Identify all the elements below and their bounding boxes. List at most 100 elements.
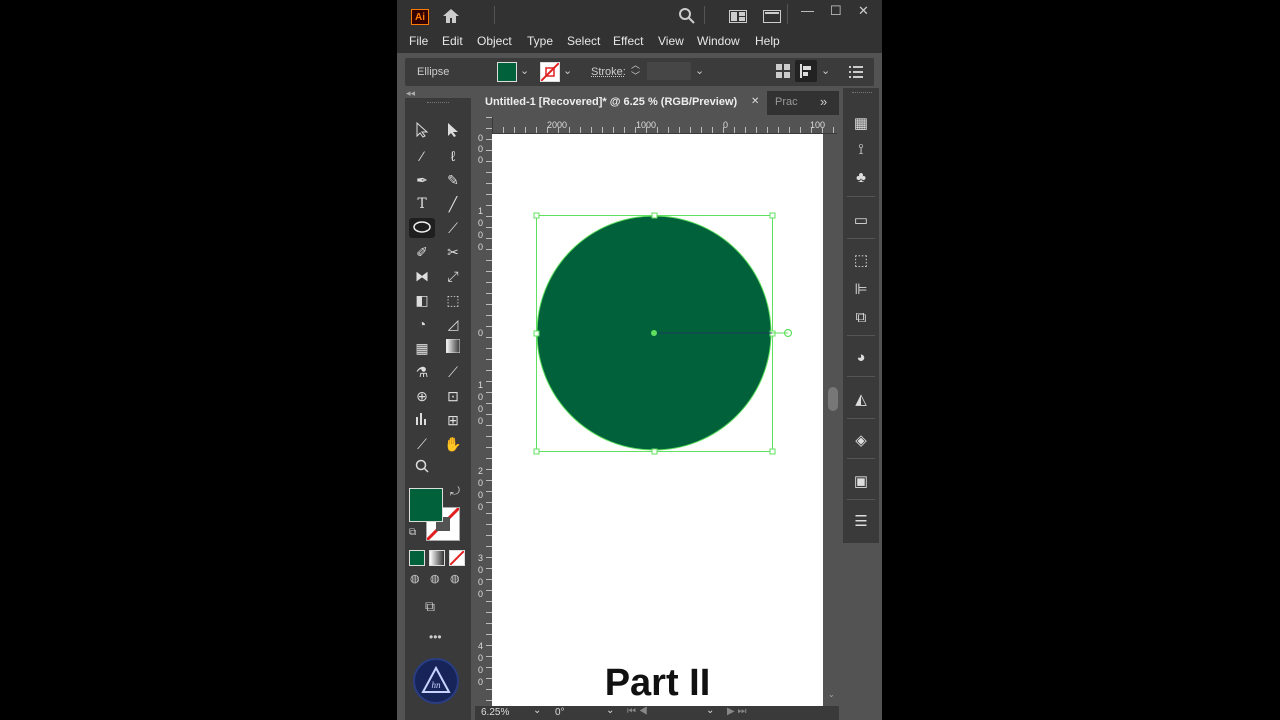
default-colors-icon[interactable]: ⧉ — [409, 527, 416, 538]
transform-icon[interactable]: ⬚ — [849, 251, 873, 271]
draw-inside-icon[interactable]: ◍ — [450, 572, 460, 585]
brushes-icon[interactable]: ⟟ — [849, 140, 873, 160]
scroll-down-icon[interactable]: ⌄ — [828, 690, 835, 699]
warp-tool-icon[interactable]: ◧ — [411, 290, 433, 310]
gradient-tool-icon[interactable] — [442, 338, 464, 358]
vertical-scrollbar[interactable] — [828, 387, 838, 411]
chevron-down-icon[interactable]: ⌄ — [821, 64, 830, 77]
stroke-stepper[interactable]: ︿ ﹀ — [631, 60, 640, 82]
layers-icon[interactable]: ◈ — [849, 431, 873, 451]
pathfinder-icon[interactable]: ⧉ — [849, 308, 873, 328]
arrange-documents-icon[interactable] — [729, 10, 747, 27]
menu-list-icon[interactable] — [849, 65, 863, 83]
canvas[interactable]: Part II ⌄ — [492, 134, 838, 706]
more-tools-icon[interactable]: ••• — [429, 630, 442, 644]
color-mode-icon[interactable] — [409, 550, 425, 566]
mesh-tool-icon[interactable]: ▦ — [411, 338, 433, 358]
draw-normal-icon[interactable]: ◍ — [410, 572, 420, 585]
fill-color-indicator[interactable] — [409, 488, 443, 522]
chevron-down-icon[interactable]: ⌄ — [606, 705, 614, 716]
workspace-icon[interactable] — [763, 10, 781, 27]
gradient-panel-icon[interactable]: ▭ — [849, 211, 873, 231]
symbol-sprayer-icon[interactable]: ⊕ — [411, 386, 433, 406]
chevron-down-icon[interactable]: ⌄ — [520, 64, 529, 77]
artboards-panel-icon[interactable]: ▣ — [849, 472, 873, 492]
fill-swatch[interactable] — [497, 62, 517, 82]
tab-prac[interactable]: Prac — [775, 96, 798, 108]
hand-tool-icon[interactable]: ✋ — [442, 434, 464, 454]
slice-tool-icon[interactable]: ⟋ — [411, 434, 433, 454]
properties-icon[interactable]: ☰ — [849, 512, 873, 532]
swap-colors-icon[interactable]: ⤾ — [450, 484, 460, 499]
handle[interactable] — [769, 448, 776, 455]
close-tab-icon[interactable]: ✕ — [751, 96, 759, 107]
handle[interactable] — [769, 212, 776, 219]
menu-file[interactable]: File — [409, 34, 428, 48]
zoom-tool-icon[interactable] — [411, 458, 433, 478]
menu-edit[interactable]: Edit — [442, 34, 463, 48]
handle[interactable] — [651, 448, 658, 455]
close-window-button[interactable]: ✕ — [858, 3, 869, 19]
symbol-icon[interactable]: ⊡ — [442, 386, 464, 406]
paintbrush-icon[interactable]: ⟋ — [442, 218, 464, 238]
zoom-level[interactable]: 6.25% — [481, 707, 509, 718]
scissors-icon[interactable]: ✂ — [442, 242, 464, 262]
artboard-tool-icon[interactable]: ⊞ — [442, 410, 464, 430]
selection-tool-icon[interactable] — [411, 121, 433, 142]
symbols-icon[interactable]: ♣ — [849, 168, 873, 188]
stroke-weight-input[interactable] — [647, 62, 691, 80]
draw-behind-icon[interactable]: ◍ — [430, 572, 440, 585]
blend-tool-icon[interactable]: ⚗ — [411, 362, 433, 382]
menu-window[interactable]: Window — [697, 34, 740, 48]
reflect-tool-icon[interactable]: ⧓ — [411, 266, 433, 286]
tab-overflow-icon[interactable]: » — [820, 94, 827, 109]
gradient-mode-icon[interactable] — [429, 550, 445, 566]
column-graph-icon[interactable] — [411, 410, 433, 430]
pen-tool-icon[interactable]: ✒ — [411, 170, 433, 190]
scale-tool-icon[interactable]: ⤢ — [442, 266, 464, 286]
line-tool-icon[interactable]: ╱ — [442, 194, 464, 214]
align-panel-icon[interactable]: ⊫ — [849, 280, 873, 300]
perspective-grid-icon[interactable]: ◿ — [442, 314, 464, 334]
grid-icon[interactable] — [776, 64, 790, 83]
last-artboard-icon[interactable]: ▶ ⏭ — [727, 706, 746, 717]
shape-builder-icon[interactable]: ◔ — [411, 314, 433, 334]
handle[interactable] — [533, 448, 540, 455]
menu-view[interactable]: View — [658, 34, 684, 48]
type-tool-icon[interactable]: T — [411, 194, 433, 214]
ellipse-tool-icon[interactable] — [409, 218, 435, 238]
handle[interactable] — [533, 212, 540, 219]
chevron-down-icon[interactable]: ⌄ — [563, 64, 572, 77]
menu-select[interactable]: Select — [567, 34, 600, 48]
lasso-icon[interactable]: ℓ — [442, 146, 464, 166]
chevron-down-icon[interactable]: ⌄ — [695, 64, 704, 77]
libraries-icon[interactable]: ▦ — [849, 114, 873, 134]
document-tab[interactable]: Untitled-1 [Recovered]* @ 6.25 % (RGB/Pr… — [475, 91, 767, 115]
rotation-value[interactable]: 0° — [555, 707, 565, 718]
home-icon[interactable] — [442, 8, 460, 28]
first-artboard-icon[interactable]: ⏮ ◀ — [627, 706, 648, 717]
handle[interactable] — [651, 212, 658, 219]
minimize-button[interactable]: — — [801, 3, 814, 18]
center-point[interactable] — [651, 330, 657, 336]
menu-effect[interactable]: Effect — [613, 34, 643, 48]
search-icon[interactable] — [678, 7, 695, 28]
color-guide-icon[interactable]: ◕ — [849, 348, 873, 368]
eyedropper-icon[interactable]: ⟋ — [442, 362, 464, 382]
stroke-swatch[interactable] — [540, 62, 560, 82]
curvature-tool-icon[interactable]: ✎ — [442, 170, 464, 190]
shaper-tool-icon[interactable]: ✐ — [411, 242, 433, 262]
direct-selection-tool-icon[interactable] — [442, 122, 464, 142]
chevron-down-icon[interactable]: ⌄ — [533, 705, 541, 716]
align-icon[interactable] — [795, 60, 817, 82]
maximize-button[interactable]: ☐ — [830, 3, 842, 19]
chevron-down-icon[interactable]: ⌄ — [706, 705, 714, 716]
transparency-icon[interactable]: ◭ — [849, 390, 873, 410]
none-mode-icon[interactable] — [449, 550, 465, 566]
artboard[interactable]: Part II — [492, 134, 823, 706]
menu-help[interactable]: Help — [755, 34, 780, 48]
menu-object[interactable]: Object — [477, 34, 512, 48]
screen-mode-icon[interactable]: ⧉ — [425, 598, 435, 615]
free-transform-icon[interactable]: ⬚ — [442, 290, 464, 310]
menu-type[interactable]: Type — [527, 34, 553, 48]
